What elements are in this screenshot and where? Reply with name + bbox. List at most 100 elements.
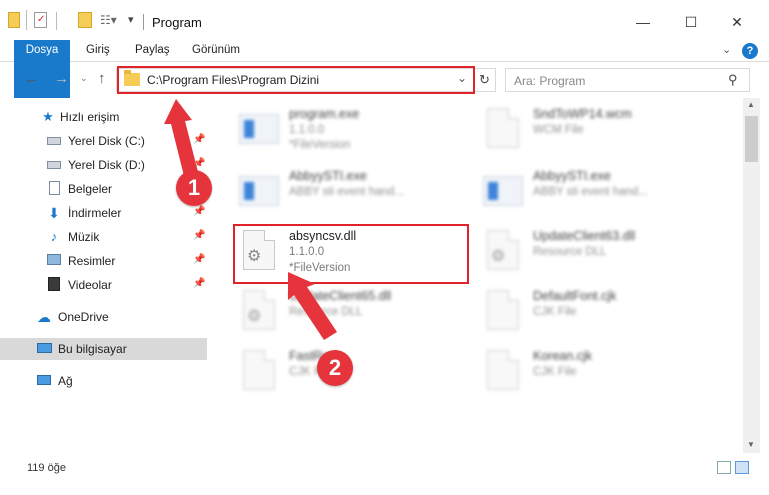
forward-button[interactable]: → <box>54 70 69 87</box>
help-icon[interactable]: ? <box>742 43 758 59</box>
file-detail: Resource DLL <box>289 306 363 318</box>
star-icon: ★ <box>42 109 54 124</box>
pictures-icon <box>46 253 62 269</box>
up-button[interactable]: ↑ <box>98 70 106 87</box>
pin-icon[interactable]: 📌 <box>193 206 205 217</box>
sidebar-item-network[interactable]: Ağ <box>0 370 207 392</box>
recent-locations-icon[interactable]: ⌄ <box>80 73 88 84</box>
sidebar-item-quick-access[interactable]: ★ Hızlı erişim <box>0 106 207 128</box>
minimize-button[interactable]: — <box>620 10 666 36</box>
maximize-button[interactable]: ☐ <box>668 10 714 36</box>
file-item[interactable]: ⚙ UpdateClient63.dll Resource DLL <box>481 228 731 290</box>
tab-home[interactable]: Giriş <box>76 40 120 62</box>
file-name: AbbyySTI.exe <box>533 169 611 183</box>
network-icon <box>36 373 52 389</box>
file-detail: *FileVersion <box>289 139 351 151</box>
title-separator <box>143 14 144 30</box>
refresh-button[interactable]: ↻ <box>473 69 495 91</box>
download-icon: ⬇ <box>48 205 60 221</box>
file-item[interactable]: FastRe... CJK File <box>237 348 487 410</box>
sidebar-item-this-pc[interactable]: Bu bilgisayar <box>0 338 207 360</box>
file-icon <box>481 288 525 340</box>
sidebar-item-label: Bu bilgisayar <box>58 342 127 356</box>
new-folder-icon[interactable] <box>78 12 92 28</box>
file-item[interactable]: Korean.cjk CJK File <box>481 348 731 410</box>
file-detail: 1.1.0.0 <box>289 124 325 136</box>
window-title: Program <box>152 15 202 30</box>
video-icon <box>46 277 62 293</box>
separator <box>26 10 27 30</box>
pin-icon[interactable]: 📌 <box>193 254 205 265</box>
search-icon[interactable]: ⚲ <box>728 72 738 88</box>
large-icons-view-icon[interactable] <box>735 461 749 474</box>
sidebar-item-music[interactable]: ♪ Müzik 📌 <box>0 226 207 248</box>
callout-2: 2 <box>317 350 353 386</box>
sidebar-item-local-disk-c[interactable]: Yerel Disk (C:) 📌 <box>0 130 207 152</box>
file-item[interactable]: DefaultFont.cjk CJK File <box>481 288 731 350</box>
file-name: UpdateClient65.dll <box>289 289 392 303</box>
close-button[interactable]: ✕ <box>714 10 760 36</box>
file-detail: ABBY sti event hand... <box>533 186 648 198</box>
scroll-up-icon[interactable]: ▲ <box>747 100 755 109</box>
sidebar-item-label: İndirmeler <box>68 206 122 220</box>
file-item[interactable]: AbbyySTI.exe ABBY sti event hand... <box>237 168 487 230</box>
ribbon: Dosya Giriş Paylaş Görünüm ⌄ ? <box>0 40 769 102</box>
file-name: Korean.cjk <box>533 349 593 363</box>
drive-icon <box>46 133 62 149</box>
customize-icon[interactable]: ☷▾ <box>100 13 117 33</box>
properties-icon[interactable]: ✓ <box>34 12 47 28</box>
file-name: program.exe <box>289 107 360 121</box>
file-item[interactable]: ⚙ UpdateClient65.dll Resource DLL <box>237 288 487 350</box>
sidebar-item-label: Resimler <box>68 254 116 268</box>
file-icon <box>481 106 525 158</box>
expand-ribbon-icon[interactable]: ⌄ <box>722 43 731 56</box>
file-item[interactable]: program.exe 1.1.0.0 *FileVersion <box>237 106 487 168</box>
file-detail: ABBY sti event hand... <box>289 186 404 198</box>
vertical-scrollbar[interactable]: ▲ ▼ <box>743 98 760 453</box>
file-item[interactable]: AbbyySTI.exe ABBY sti event hand... <box>481 168 731 230</box>
sidebar-item-onedrive[interactable]: ☁ OneDrive <box>0 306 207 328</box>
file-detail: Resource DLL <box>533 246 607 258</box>
pin-icon[interactable]: 📌 <box>193 158 205 169</box>
file-detail: WCM File <box>533 124 584 136</box>
item-count: 119 öğe <box>27 462 66 474</box>
folder-icon <box>8 12 20 28</box>
tab-view[interactable]: Görünüm <box>182 40 250 62</box>
pin-icon[interactable]: 📌 <box>193 134 205 145</box>
pin-icon[interactable]: 📌 <box>193 278 205 289</box>
sidebar-item-downloads[interactable]: ⬇ İndirmeler 📌 <box>0 202 207 224</box>
file-name: DefaultFont.cjk <box>533 289 617 303</box>
sidebar-item-label: Yerel Disk (D:) <box>68 158 145 172</box>
computer-icon <box>36 341 52 357</box>
quick-access-dropdown-icon[interactable]: ▾ <box>128 13 134 33</box>
tab-share[interactable]: Paylaş <box>125 40 180 62</box>
sidebar-item-label: Yerel Disk (C:) <box>68 134 145 148</box>
details-view-icon[interactable] <box>717 461 731 474</box>
sidebar-item-label: Videolar <box>68 278 112 292</box>
sidebar-item-label: Hızlı erişim <box>60 110 120 124</box>
file-detail: CJK File <box>533 306 577 318</box>
search-input[interactable]: Ara: Program <box>514 74 585 88</box>
sidebar-item-pictures[interactable]: Resimler 📌 <box>0 250 207 272</box>
sidebar-item-local-disk-d[interactable]: Yerel Disk (D:) 📌 <box>0 154 207 176</box>
documents-icon <box>46 181 62 197</box>
drive-icon <box>46 157 62 173</box>
file-detail: CJK File <box>533 366 577 378</box>
back-button[interactable]: ← <box>24 70 39 87</box>
file-item[interactable]: SndToWP14.wcm WCM File <box>481 106 731 168</box>
dll-icon: ⚙ <box>481 228 525 280</box>
pin-icon[interactable]: 📌 <box>193 230 205 241</box>
scroll-down-icon[interactable]: ▼ <box>747 440 755 449</box>
file-highlight <box>233 224 469 284</box>
search-box[interactable]: Ara: Program ⚲ <box>505 68 750 92</box>
sidebar-item-label: Ağ <box>58 374 73 388</box>
exe-icon <box>481 168 525 220</box>
file-name: UpdateClient63.dll <box>533 229 636 243</box>
file-name: SndToWP14.wcm <box>533 107 632 121</box>
exe-icon <box>237 106 281 158</box>
music-icon: ♪ <box>50 229 58 244</box>
scroll-thumb[interactable] <box>745 116 758 162</box>
sidebar-item-label: Belgeler <box>68 182 113 196</box>
sidebar-item-label: Müzik <box>68 230 100 244</box>
sidebar-item-videos[interactable]: Videolar 📌 <box>0 274 207 296</box>
